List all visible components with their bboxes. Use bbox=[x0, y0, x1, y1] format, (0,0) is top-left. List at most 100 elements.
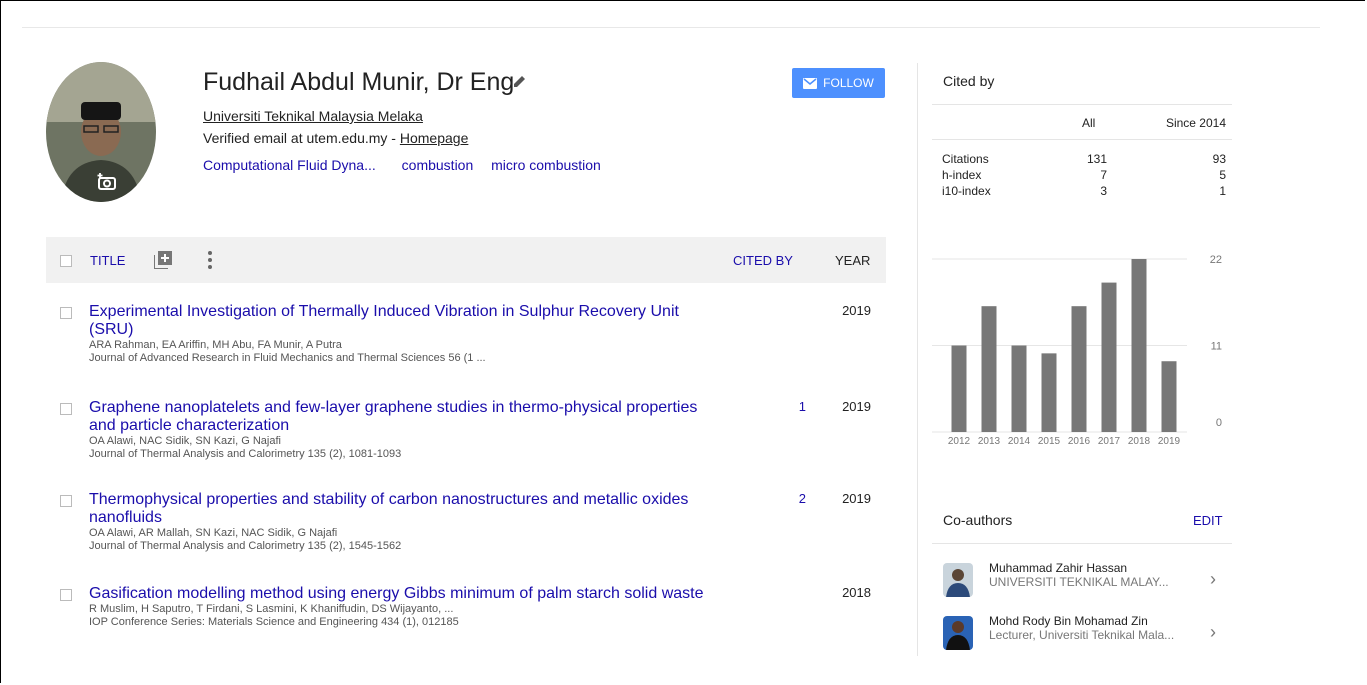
add-article-icon[interactable] bbox=[153, 251, 172, 274]
x-tick-label: 2019 bbox=[1158, 436, 1181, 447]
coauthor-avatar bbox=[943, 563, 973, 597]
article-title[interactable]: Experimental Investigation of Thermally … bbox=[89, 303, 699, 339]
stat-row: i10-index 3 1 bbox=[932, 184, 1226, 200]
mail-icon bbox=[803, 77, 818, 89]
x-tick-label: 2013 bbox=[978, 436, 1001, 447]
coauthor-name[interactable]: Mohd Rody Bin Mohamad Zin bbox=[989, 614, 1148, 628]
row-checkbox[interactable] bbox=[60, 589, 72, 601]
coauthor-item[interactable]: Mohd Rody Bin Mohamad Zin Lecturer, Univ… bbox=[943, 614, 1228, 654]
stat-label: Citations bbox=[942, 152, 989, 166]
x-tick-label: 2014 bbox=[1008, 436, 1031, 447]
row-checkbox[interactable] bbox=[60, 495, 72, 507]
profile-name: Fudhail Abdul Munir, Dr Eng bbox=[203, 68, 515, 96]
top-divider bbox=[22, 27, 1320, 28]
article-year: 2019 bbox=[842, 491, 871, 506]
cited-by-heading: Cited by bbox=[943, 73, 995, 89]
interest-link[interactable]: micro combustion bbox=[491, 157, 601, 173]
table-row: Graphene nanoplatelets and few-layer gra… bbox=[46, 399, 886, 479]
col-all-header: All bbox=[1082, 116, 1096, 130]
article-venue: Journal of Thermal Analysis and Calorime… bbox=[89, 448, 402, 460]
articles-table-header: TITLE CITED BY YEAR bbox=[46, 237, 886, 283]
x-tick-label: 2016 bbox=[1068, 436, 1091, 447]
homepage-link[interactable]: Homepage bbox=[400, 130, 469, 146]
coauthor-avatar bbox=[943, 616, 973, 650]
divider bbox=[932, 543, 1232, 544]
article-authors: OA Alawi, AR Mallah, SN Kazi, NAC Sidik,… bbox=[89, 527, 338, 539]
stat-since: 93 bbox=[1212, 152, 1226, 166]
more-options-icon[interactable] bbox=[208, 251, 212, 274]
email-text: Verified email at utem.edu.my - bbox=[203, 130, 400, 146]
coauthor-name[interactable]: Muhammad Zahir Hassan bbox=[989, 561, 1127, 575]
stat-all: 131 bbox=[1086, 152, 1107, 166]
interest-link[interactable]: combustion bbox=[402, 157, 474, 173]
stat-since: 1 bbox=[1219, 184, 1226, 198]
table-row: Experimental Investigation of Thermally … bbox=[46, 303, 886, 383]
stat-all: 7 bbox=[1100, 168, 1107, 182]
article-authors: ARA Rahman, EA Ariffin, MH Abu, FA Munir… bbox=[89, 339, 342, 351]
y-tick-label: 22 bbox=[1210, 254, 1222, 266]
research-interests: Computational Fluid Dyna... combustion m… bbox=[203, 157, 615, 173]
article-title[interactable]: Thermophysical properties and stability … bbox=[89, 491, 699, 527]
article-authors: R Muslim, H Saputro, T Firdani, S Lasmin… bbox=[89, 603, 454, 615]
divider bbox=[932, 139, 1232, 140]
cited-count[interactable]: 2 bbox=[776, 491, 806, 506]
article-venue: Journal of Thermal Analysis and Calorime… bbox=[89, 540, 402, 552]
bar[interactable] bbox=[1041, 353, 1057, 432]
article-year: 2019 bbox=[842, 399, 871, 414]
coauthor-item[interactable]: Muhammad Zahir Hassan UNIVERSITI TEKNIKA… bbox=[943, 561, 1228, 601]
stat-row: h-index 7 5 bbox=[932, 168, 1226, 184]
sort-by-title[interactable]: TITLE bbox=[90, 253, 125, 268]
article-entry: Gasification modelling method using ener… bbox=[89, 585, 729, 629]
coauthors-heading: Co-authors bbox=[943, 512, 1013, 528]
col-since-header: Since 2014 bbox=[1165, 116, 1226, 130]
article-entry: Thermophysical properties and stability … bbox=[89, 491, 699, 553]
article-venue: IOP Conference Series: Materials Science… bbox=[89, 616, 459, 628]
bar[interactable] bbox=[1161, 361, 1177, 432]
x-tick-label: 2012 bbox=[948, 436, 971, 447]
stat-label: h-index bbox=[942, 168, 982, 182]
citations-bar-chart: 22 11 0 2012 2013 2014 2015 2016 2017 2018 2019 bbox=[932, 254, 1222, 447]
edit-coauthors-button[interactable]: EDIT bbox=[1193, 513, 1223, 528]
sort-by-year[interactable]: YEAR bbox=[835, 253, 870, 268]
bar[interactable] bbox=[1011, 345, 1027, 433]
row-checkbox[interactable] bbox=[60, 403, 72, 415]
article-entry: Graphene nanoplatelets and few-layer gra… bbox=[89, 399, 699, 461]
affiliation-link[interactable]: Universiti Teknikal Malaysia Melaka bbox=[203, 108, 423, 124]
follow-label: FOLLOW bbox=[823, 76, 874, 90]
article-year: 2018 bbox=[842, 585, 871, 600]
verified-email-line: Verified email at utem.edu.my - Homepage bbox=[203, 130, 468, 146]
x-tick-label: 2018 bbox=[1128, 436, 1151, 447]
bar[interactable] bbox=[1071, 306, 1087, 432]
x-tick-label: 2015 bbox=[1038, 436, 1061, 447]
article-entry: Experimental Investigation of Thermally … bbox=[89, 303, 699, 365]
x-tick-label: 2017 bbox=[1098, 436, 1121, 447]
chevron-right-icon[interactable]: › bbox=[1210, 622, 1216, 643]
divider bbox=[932, 104, 1232, 105]
bar[interactable] bbox=[951, 345, 967, 433]
edit-pencil-icon[interactable] bbox=[513, 74, 527, 93]
table-row: Gasification modelling method using ener… bbox=[46, 585, 886, 645]
add-photo-icon[interactable] bbox=[97, 172, 117, 192]
bar[interactable] bbox=[1101, 282, 1117, 432]
bar[interactable] bbox=[981, 306, 997, 432]
sort-by-cited[interactable]: CITED BY bbox=[733, 253, 793, 268]
article-venue: Journal of Advanced Research in Fluid Me… bbox=[89, 352, 486, 364]
stat-since: 5 bbox=[1219, 168, 1226, 182]
select-all-checkbox[interactable] bbox=[60, 255, 72, 267]
article-title[interactable]: Graphene nanoplatelets and few-layer gra… bbox=[89, 399, 699, 435]
article-authors: OA Alawi, NAC Sidik, SN Kazi, G Najafi bbox=[89, 435, 281, 447]
article-title[interactable]: Gasification modelling method using ener… bbox=[89, 585, 729, 603]
row-checkbox[interactable] bbox=[60, 307, 72, 319]
table-row: Thermophysical properties and stability … bbox=[46, 491, 886, 571]
coauthor-affiliation: UNIVERSITI TEKNIKAL MALAY... bbox=[989, 575, 1169, 589]
interest-link[interactable]: Computational Fluid Dyna... bbox=[203, 157, 376, 173]
stat-label: i10-index bbox=[942, 184, 991, 198]
y-tick-label: 11 bbox=[1211, 341, 1222, 353]
y-tick-label: 0 bbox=[1216, 417, 1222, 429]
stat-all: 3 bbox=[1100, 184, 1107, 198]
cited-count[interactable]: 1 bbox=[776, 399, 806, 414]
chevron-right-icon[interactable]: › bbox=[1210, 569, 1216, 590]
bar[interactable] bbox=[1131, 259, 1147, 432]
coauthor-affiliation: Lecturer, Universiti Teknikal Mala... bbox=[989, 628, 1175, 642]
follow-button[interactable]: FOLLOW bbox=[792, 68, 885, 98]
